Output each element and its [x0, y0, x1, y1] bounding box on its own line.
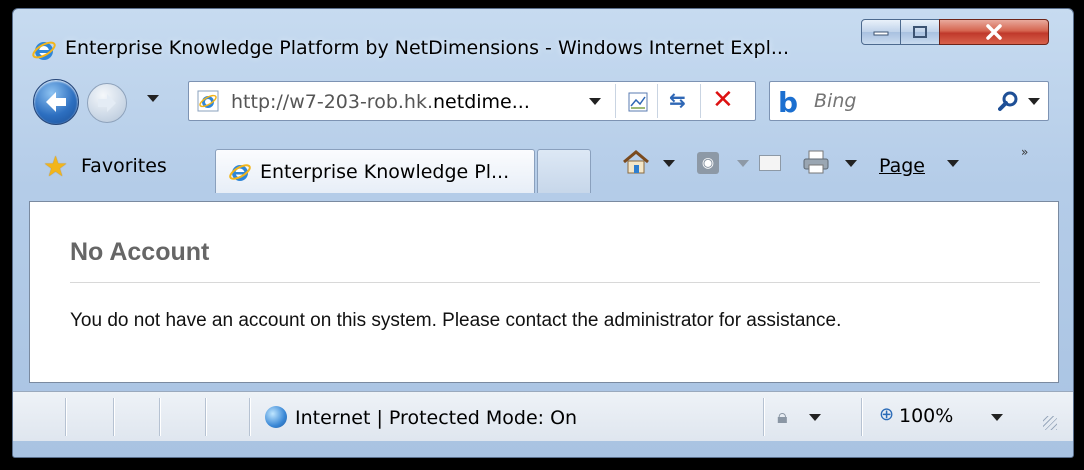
forward-button[interactable] — [87, 83, 127, 123]
url-domain: netdime... — [433, 91, 530, 113]
maximize-icon — [913, 26, 927, 38]
divider — [65, 398, 66, 436]
new-tab-button[interactable] — [537, 149, 591, 193]
mail-icon[interactable] — [759, 155, 781, 171]
internet-explorer-icon — [229, 164, 251, 181]
forward-arrow-icon — [98, 94, 116, 112]
divider — [700, 84, 701, 118]
printer-icon[interactable] — [801, 149, 831, 175]
feeds-dropdown[interactable] — [737, 160, 749, 167]
compatibility-view-icon[interactable] — [627, 91, 649, 113]
url-prefix: http://w7-203-rob.hk. — [231, 91, 434, 113]
divider — [861, 398, 862, 436]
browser-window: Enterprise Knowledge Platform by NetDime… — [12, 8, 1074, 458]
search-box[interactable]: b — [769, 81, 1049, 121]
recent-pages-dropdown[interactable] — [147, 95, 159, 102]
zoom-level[interactable]: 100% — [899, 405, 953, 427]
security-zone[interactable]: Internet | Protected Mode: On — [295, 407, 577, 429]
lock-icon[interactable]: 🔒︎ — [777, 404, 788, 428]
favorites-button[interactable]: Favorites — [81, 155, 167, 177]
divider — [113, 398, 114, 436]
divider — [159, 398, 160, 436]
page-menu[interactable]: Page — [879, 155, 925, 177]
address-url[interactable]: http://w7-203-rob.hk.netdime... — [231, 91, 530, 113]
globe-icon — [265, 406, 287, 428]
bing-icon: b — [778, 86, 799, 119]
maximize-button[interactable] — [900, 19, 940, 45]
internet-explorer-icon — [32, 41, 56, 60]
zoom-icon[interactable]: ⊕ — [879, 404, 894, 425]
title-bar: Enterprise Knowledge Platform by NetDime… — [13, 9, 1073, 71]
back-button[interactable] — [33, 79, 79, 125]
divider — [657, 84, 658, 118]
zoom-dropdown[interactable] — [991, 414, 1003, 421]
search-provider-dropdown[interactable] — [1028, 98, 1040, 105]
search-input[interactable] — [814, 87, 984, 115]
address-bar[interactable]: http://w7-203-rob.hk.netdime... ⇆ ✕ — [188, 81, 756, 121]
home-dropdown[interactable] — [663, 160, 675, 167]
divider — [205, 398, 206, 436]
close-icon — [986, 24, 1002, 40]
stop-icon[interactable]: ✕ — [712, 85, 734, 115]
chevron-more-icon[interactable]: » — [1021, 145, 1028, 159]
rss-feed-icon[interactable]: ◉ — [697, 152, 719, 174]
status-bar: Internet | Protected Mode: On 🔒︎ ⊕ 100% — [13, 391, 1073, 441]
close-button[interactable] — [939, 19, 1049, 45]
page-title: No Account — [70, 238, 210, 266]
address-history-dropdown[interactable] — [589, 98, 601, 105]
divider — [70, 282, 1040, 283]
search-icon[interactable] — [998, 90, 1020, 112]
tab-active[interactable]: Enterprise Knowledge Pl... — [215, 149, 535, 193]
minimize-icon — [873, 31, 889, 36]
command-bar: ★ Favorites Enterprise Knowledge Pl... ◉ — [13, 137, 1073, 197]
minimize-button[interactable] — [861, 19, 901, 45]
back-arrow-icon — [46, 92, 66, 112]
divider — [615, 84, 616, 118]
internet-explorer-icon — [197, 90, 219, 112]
divider — [249, 398, 250, 436]
page-content: No Account You do not have an account on… — [29, 201, 1059, 383]
window-title: Enterprise Knowledge Platform by NetDime… — [65, 37, 789, 59]
resize-grip[interactable] — [1043, 416, 1057, 430]
divider — [763, 398, 764, 436]
navigation-bar: http://w7-203-rob.hk.netdime... ⇆ ✕ b — [13, 73, 1073, 133]
tab-label: Enterprise Knowledge Pl... — [260, 161, 510, 183]
home-icon[interactable] — [621, 149, 651, 175]
message-text: You do not have an account on this syste… — [70, 310, 842, 331]
refresh-icon[interactable]: ⇆ — [669, 88, 686, 112]
print-dropdown[interactable] — [845, 160, 857, 167]
star-icon[interactable]: ★ — [43, 150, 68, 183]
page-menu-dropdown[interactable] — [947, 160, 959, 167]
security-dropdown[interactable] — [809, 414, 821, 421]
page-menu-label: Page — [879, 155, 925, 177]
